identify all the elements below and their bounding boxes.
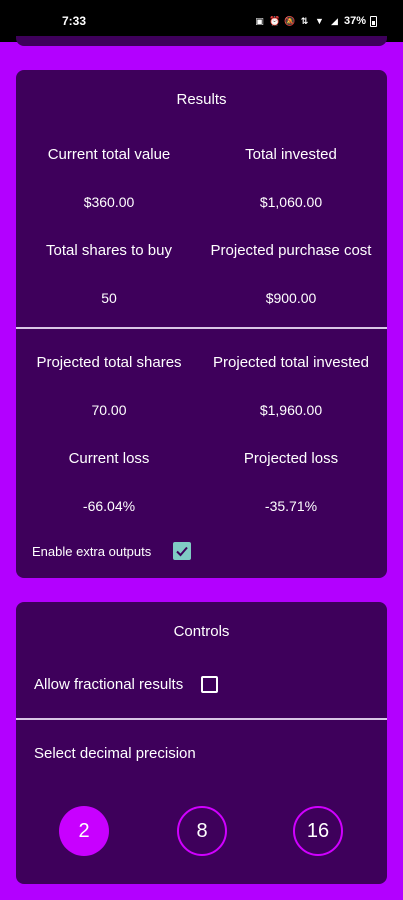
projected-loss-label: Projected loss: [243, 450, 339, 467]
battery-percent: 37%: [343, 15, 366, 27]
total-invested-value: $1,060.00: [259, 194, 323, 210]
total-shares-to-buy-value: 50: [101, 290, 117, 306]
controls-divider: [16, 718, 387, 720]
projected-loss-value: -35.71%: [264, 498, 318, 514]
projected-total-shares-label: Projected total shares: [36, 354, 182, 371]
total-shares-to-buy-label: Total shares to buy: [46, 242, 172, 259]
current-loss-value: -66.04%: [82, 498, 136, 514]
checkmark-icon: [176, 546, 189, 557]
precision-label: Select decimal precision: [34, 745, 196, 762]
precision-option-8[interactable]: 8: [177, 806, 227, 856]
current-loss-label: Current loss: [68, 450, 150, 467]
alarm-icon: ⏰: [268, 15, 281, 26]
battery-icon: [370, 15, 377, 27]
enable-extra-outputs-row[interactable]: Enable extra outputs: [32, 542, 192, 560]
results-divider: [16, 327, 387, 329]
precision-option-16[interactable]: 16: [293, 806, 343, 856]
allow-fractional-row[interactable]: Allow fractional results: [34, 676, 219, 693]
results-card: Results Current total value Total invest…: [16, 70, 387, 578]
current-total-value: $360.00: [83, 194, 135, 210]
total-invested-label: Total invested: [245, 146, 337, 163]
enable-extra-outputs-label: Enable extra outputs: [32, 543, 152, 559]
signal-icon: ◢: [331, 15, 338, 26]
controls-title: Controls: [173, 623, 230, 640]
previous-card: [16, 36, 387, 46]
projected-purchase-cost-label: Projected purchase cost: [210, 242, 372, 259]
projected-purchase-cost-value: $900.00: [265, 290, 317, 306]
data-icon: ⇅: [300, 15, 309, 26]
projected-total-invested-value: $1,960.00: [259, 402, 323, 418]
status-icons: ▣ ⏰ 🔕 ⇅ ▼ ◢ 37%: [254, 15, 377, 27]
current-total-value-label: Current total value: [47, 146, 171, 163]
nfc-icon: ▣: [255, 15, 264, 26]
controls-card: Controls Allow fractional results Select…: [16, 602, 387, 884]
projected-total-invested-label: Projected total invested: [213, 354, 369, 371]
wifi-icon: ▼: [315, 15, 324, 26]
status-time: 7:33: [62, 14, 87, 28]
enable-extra-outputs-checkbox[interactable]: [173, 542, 192, 560]
allow-fractional-checkbox[interactable]: [201, 676, 219, 693]
allow-fractional-label: Allow fractional results: [34, 676, 184, 693]
projected-total-shares-value: 70.00: [91, 402, 127, 418]
results-title: Results: [176, 91, 227, 108]
precision-option-2[interactable]: 2: [59, 806, 109, 856]
mute-icon: 🔕: [283, 15, 296, 26]
